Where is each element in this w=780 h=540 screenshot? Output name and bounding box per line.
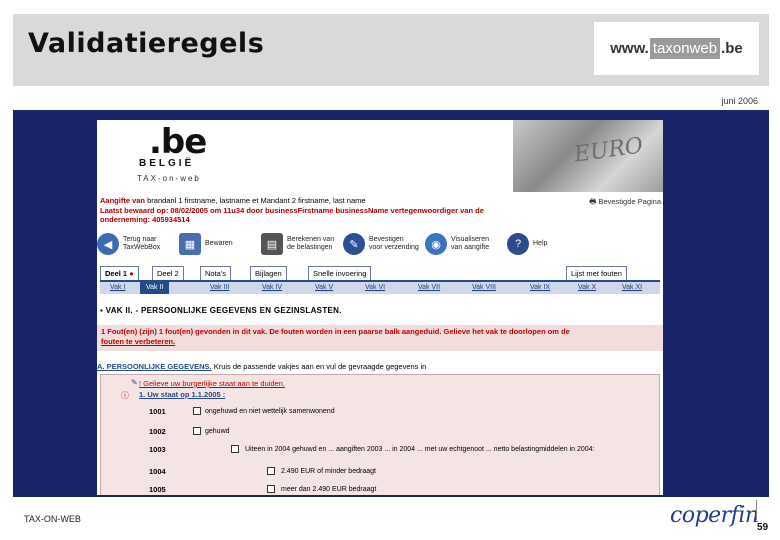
toolbar-compute[interactable]: ▤ Berekenen van de belastingen [261, 233, 337, 255]
declaration-line: Aangifte van brandaril 1 firstname, last… [100, 196, 366, 205]
slide-date: juni 2006 [721, 96, 758, 106]
checkbox-1001[interactable] [193, 407, 201, 415]
app-label: TAX-on-web [137, 174, 201, 183]
subtab-vak-5[interactable]: Vak V [315, 284, 333, 291]
footer-divider [756, 500, 757, 520]
toolbar-compute-label: Berekenen van de belastingen [287, 236, 335, 251]
tab-bar: Deel 1 ● Deel 2 Nota's Bijlagen Snelle i… [100, 266, 660, 280]
tab-notas-label: Nota's [205, 269, 227, 278]
help-icon: ? [507, 233, 529, 255]
company-line: onderneming: 405934514 [100, 215, 190, 224]
compute-icon: ▤ [261, 233, 283, 255]
tab-lijst-met-fouten[interactable]: Lijst met fouten [566, 266, 627, 280]
screenshot-content: .be BELGIË TAX-on-web EURO Aangifte van … [97, 120, 663, 495]
toolbar-back[interactable]: ◀ Terug naar TaxWebBox [97, 233, 173, 255]
error-bar: 1 Fout(en) (zijn) 1 fout(en) gevonden in… [97, 325, 663, 351]
code-1004: 1004 [149, 467, 166, 476]
toolbar-help-label: Help [533, 240, 548, 247]
checkbox-1002[interactable] [193, 427, 201, 435]
calculator-icon: ▦ [179, 233, 201, 255]
toolbar-save[interactable]: ▦ Bewaren [179, 233, 255, 255]
toolbar-back-label: Terug naar TaxWebBox [123, 236, 161, 251]
page-number: 59 [757, 522, 769, 533]
back-icon: ◀ [97, 233, 119, 255]
subtab-vak-3[interactable]: Vak III [210, 284, 229, 291]
option-1004: 2.490 EUR of minder bedraagt [281, 468, 376, 475]
subtab-vak-10[interactable]: Vak X [578, 284, 596, 291]
subtab-vak-6[interactable]: Vak VI [365, 284, 385, 291]
country-label: BELGIË [139, 158, 195, 169]
coperfin-logo: coperfin [670, 503, 759, 528]
confirmed-page-label: Bevestigde Pagina [598, 197, 661, 206]
tab-bijlagen-label: Bijlagen [255, 269, 282, 278]
warning-message[interactable]: ! Gelieve uw burgerlijke staat aan te du… [139, 379, 285, 388]
tool-icon: ✎ [131, 378, 138, 387]
checkbox-1005[interactable] [267, 485, 275, 493]
toolbar-visualize[interactable]: ◉ Visualiseren van aangifte [425, 233, 501, 255]
logo-www: www. [610, 40, 649, 57]
subtab-vak-7[interactable]: Vak VII [418, 284, 440, 291]
logo-mid: taxonweb [649, 38, 721, 59]
toolbar: ◀ Terug naar TaxWebBox ▦ Bewaren ▤ Berek… [97, 224, 663, 264]
tab-deel-1-label: Deel 1 [105, 269, 128, 278]
toolbar-visualize-label: Visualiseren van aangifte [451, 236, 490, 251]
code-1005: 1005 [149, 485, 166, 494]
footer-label: TAX-ON-WEB [24, 514, 81, 524]
toolbar-confirm-label: Bevestigen voor verzending [369, 236, 419, 251]
checkbox-1004[interactable] [267, 467, 275, 475]
subtab-vak-4[interactable]: Vak IV [262, 284, 282, 291]
subtab-vak-1[interactable]: Vak I [110, 284, 125, 291]
option-1003: Uiteen in 2004 gehuwd en ... aangiften 2… [245, 446, 595, 453]
subtab-vak-11[interactable]: Vak XI [622, 284, 642, 291]
subtab-vak-2[interactable]: Vak II [140, 282, 170, 294]
tab-deel-2[interactable]: Deel 2 [152, 266, 184, 280]
option-1005: meer dan 2.490 EUR bedraagt [281, 486, 377, 493]
section-a-header: A. PERSOONLIJKE GEGEVENS. Kruis de passe… [97, 362, 663, 372]
question-title: 1. Uw staat op 1.1.2005 : [139, 390, 226, 399]
slide-title: Validatieregels [28, 28, 265, 59]
taxonweb-logo: www. taxonweb .be [594, 22, 759, 75]
last-saved-line: Laatst bewaard op: 08/02/2005 om 11u34 d… [100, 206, 484, 215]
section-title: ▪ VAK II. - PERSOONLIJKE GEGEVENS EN GEZ… [100, 306, 342, 315]
logo-be: .be [721, 40, 743, 57]
code-1001: 1001 [149, 407, 166, 416]
pen-icon: ✎ [343, 233, 365, 255]
option-1002: gehuwd [205, 428, 230, 435]
declaration-label: Aangifte van [100, 196, 146, 205]
code-1002: 1002 [149, 427, 166, 436]
code-1003: 1003 [149, 445, 166, 454]
tab-notas[interactable]: Nota's [200, 266, 232, 280]
slide: Validatieregels www. taxonweb .be juni 2… [0, 0, 780, 540]
subtab-vak-9[interactable]: Vak IX [530, 284, 550, 291]
subtab-bar: Vak I Vak II Vak III Vak IV Vak V Vak VI… [100, 280, 660, 294]
tab-deel-2-label: Deel 2 [157, 269, 179, 278]
tab-snelle-invoering[interactable]: Snelle invoering [308, 266, 372, 280]
toolbar-help[interactable]: ? Help [507, 233, 583, 255]
checkbox-1003[interactable] [231, 445, 239, 453]
toolbar-save-label: Bewaren [205, 240, 233, 247]
error-line-1: 1 Fout(en) (zijn) 1 fout(en) gevonden in… [101, 327, 570, 336]
tab-bijlagen[interactable]: Bijlagen [250, 266, 287, 280]
toolbar-confirm[interactable]: ✎ Bevestigen voor verzending [343, 233, 419, 255]
tab-snelle-invoering-label: Snelle invoering [313, 269, 367, 278]
section-title-text: VAK II. - PERSOONLIJKE GEGEVENS EN GEZIN… [105, 306, 342, 315]
option-1001: ongehuwd en niet wettelijk samenwonend [205, 408, 335, 415]
info-icon: ⓘ [121, 391, 129, 400]
section-a-title: A. PERSOONLIJKE GEGEVENS. [97, 362, 212, 371]
tab-deel-1[interactable]: Deel 1 ● [100, 266, 139, 280]
confirmed-page-link[interactable]: 🖶 Bevestigde Pagina [589, 196, 661, 209]
error-line-2: fouten te verbeteren. [101, 337, 176, 346]
tab-lijst-met-fouten-label: Lijst met fouten [571, 269, 622, 278]
form-area: ✎ ! Gelieve uw burgerlijke staat aan te … [100, 374, 660, 495]
euro-coin-image: EURO [513, 120, 663, 192]
be-logo: .be [149, 122, 207, 162]
subtab-vak-8[interactable]: Vak VIII [472, 284, 496, 291]
banner: .be BELGIË TAX-on-web EURO [97, 120, 663, 192]
coin-text: EURO [572, 133, 645, 168]
error-count-badge: ● [129, 269, 134, 278]
declaration-value: brandaril 1 firstname, lastname et Manda… [147, 196, 366, 205]
eye-icon: ◉ [425, 233, 447, 255]
section-a-desc: Kruis de passende vakjes aan en vul de g… [213, 362, 427, 371]
